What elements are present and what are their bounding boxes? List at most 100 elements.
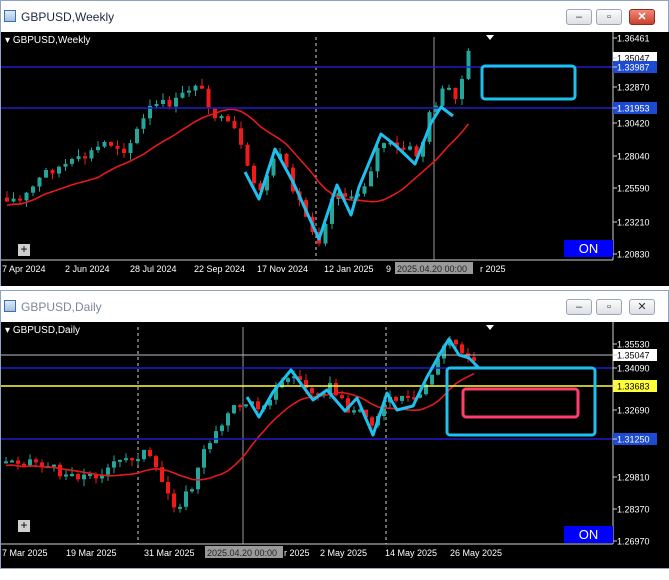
candle-body: [10, 460, 14, 463]
chart-window-icon: [4, 10, 16, 22]
candlestick-series: [5, 48, 471, 247]
weekly-symbol-label[interactable]: ▾ GBPUSD,Weekly: [5, 35, 90, 46]
candle-body: [226, 116, 230, 122]
price-tick-label: 1.35530: [617, 340, 650, 350]
candle-body: [82, 474, 86, 480]
candle-body: [154, 456, 158, 468]
candle-body: [382, 143, 386, 148]
candle-body: [466, 50, 471, 79]
candle-body: [447, 87, 451, 90]
candle-body: [184, 491, 188, 507]
candlestick-series: [4, 336, 476, 513]
time-tick-label: r 2025: [480, 264, 506, 274]
candle-body: [232, 121, 237, 129]
candle-body: [83, 156, 87, 159]
candle-body: [226, 413, 230, 426]
price-tick-label: 1.29810: [617, 473, 650, 483]
candle-body: [244, 404, 248, 407]
candle-body: [161, 99, 165, 104]
candle-body: [135, 128, 139, 144]
chart-shift-marker: [486, 325, 494, 330]
candle-body: [112, 461, 116, 468]
candle-body: [34, 459, 38, 463]
projection-box: [445, 366, 597, 437]
vertical-grid-lines: [137, 327, 387, 544]
candle-body: [196, 467, 200, 490]
candle-body: [96, 146, 100, 151]
candle-body: [16, 460, 20, 464]
chart-window-icon: [4, 300, 16, 312]
candle-body: [310, 388, 314, 394]
candle-body: [44, 170, 48, 178]
candle-body: [18, 198, 22, 201]
candle-body: [124, 458, 128, 461]
on-status-badge[interactable]: ON: [564, 526, 613, 543]
candle-body: [362, 186, 367, 194]
time-tick-label: r 2025: [284, 548, 310, 558]
price-axis: 1.364611.350471.339871.328701.319531.304…: [612, 32, 657, 260]
moving-average-line: [5, 372, 475, 481]
price-tick-label: 1.28040: [617, 152, 650, 162]
candle-body: [141, 118, 146, 129]
time-tick-label: 14 May 2025: [385, 548, 437, 558]
price-tick-label: 1.32870: [617, 83, 650, 93]
candle-body: [394, 396, 398, 401]
quick-trade-plus-button[interactable]: +: [18, 519, 30, 532]
candle-body: [193, 85, 198, 91]
candle-body: [70, 158, 74, 164]
candle-body: [174, 97, 178, 107]
daily-symbol-text: GBPUSD,Daily: [12, 325, 81, 336]
candle-body: [460, 344, 464, 354]
chart-shift-marker: [486, 35, 494, 40]
candle-body: [208, 443, 212, 450]
quick-trade-plus-button[interactable]: +: [18, 243, 30, 256]
daily-title-bar[interactable]: GBPUSD,Daily – ▫ ✕: [1, 291, 668, 321]
time-axis: 7 Mar 2025 19 Mar 2025 31 Mar 2025 2025.04.…: [1, 543, 613, 558]
minimize-button[interactable]: –: [566, 299, 592, 315]
weekly-chart-window[interactable]: GBPUSD,Weekly – ▫ ✕ 1.36461 1.35047 1.3398…: [0, 0, 669, 286]
candle-body: [245, 144, 250, 166]
close-button[interactable]: ✕: [629, 9, 655, 25]
time-tick-label: 26 May 2025: [450, 548, 502, 558]
price-tick-label: 1.26970: [617, 537, 650, 547]
candle-body: [352, 410, 356, 413]
weekly-title-bar[interactable]: GBPUSD,Weekly – ▫ ✕: [1, 1, 668, 31]
price-tick-label: 1.20830: [617, 250, 650, 260]
candle-body: [89, 150, 94, 159]
candle-body: [57, 166, 61, 174]
candle-body: [286, 378, 290, 382]
candle-body: [370, 417, 374, 426]
time-tick-label: 22 Sep 2024: [194, 264, 245, 274]
candle-body: [31, 186, 35, 193]
weekly-price-chart[interactable]: 1.36461 1.35047 1.33987 1.32870 1.31953 1.304…: [1, 32, 669, 286]
candle-body: [22, 463, 26, 466]
price-tick-label: 1.31250: [617, 435, 650, 445]
candle-body: [214, 431, 218, 444]
time-tick-label: 31 Mar 2025: [144, 548, 195, 558]
minimize-button[interactable]: –: [566, 9, 592, 25]
candle-body: [122, 148, 126, 153]
candle-body: [454, 339, 458, 345]
candle-body: [76, 156, 81, 159]
maximize-button[interactable]: ▫: [596, 9, 622, 25]
candle-body: [76, 473, 80, 480]
daily-chart-window[interactable]: GBPUSD,Daily – ▫ ✕ 1.35530 1.35047 1.34090…: [0, 290, 669, 568]
on-status-badge[interactable]: ON: [564, 240, 613, 257]
maximize-button[interactable]: ▫: [596, 299, 622, 315]
candle-body: [401, 147, 406, 150]
time-tick-label: 7 Apr 2024: [2, 264, 46, 274]
candle-body: [130, 458, 134, 461]
daily-price-chart[interactable]: 1.35530 1.35047 1.34090 1.33683 1.32690 1.312…: [1, 322, 669, 568]
candle-body: [166, 482, 170, 494]
candle-body: [50, 170, 55, 174]
candle-body: [106, 467, 110, 475]
candle-body: [256, 401, 260, 410]
candle-body: [24, 192, 29, 201]
candle-body: [5, 197, 9, 202]
target-zone-box: [461, 387, 580, 419]
candle-body: [28, 459, 32, 466]
price-tick-label: 1.30420: [617, 119, 650, 129]
close-button[interactable]: ✕: [629, 299, 655, 315]
daily-symbol-label[interactable]: ▾ GBPUSD,Daily: [5, 325, 80, 336]
candle-body: [400, 395, 404, 401]
